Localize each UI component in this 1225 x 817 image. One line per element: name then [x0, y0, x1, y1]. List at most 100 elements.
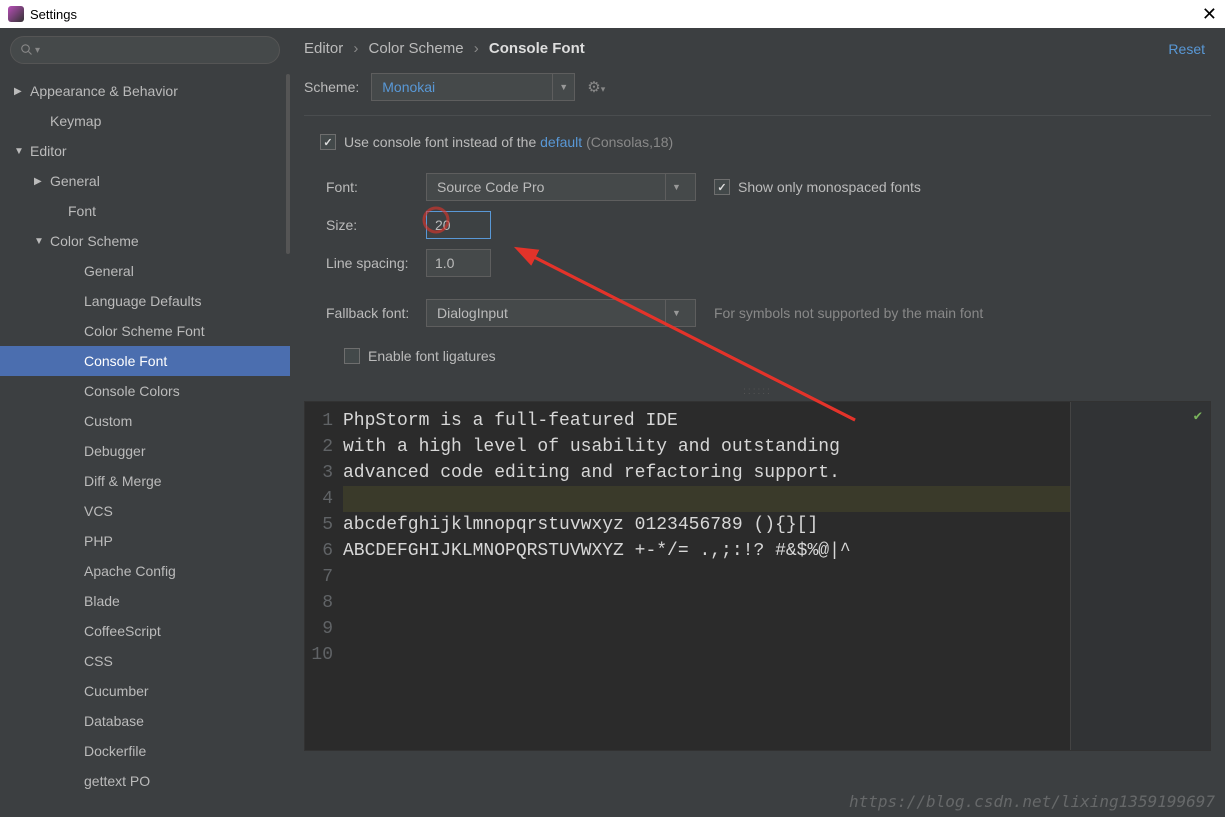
- line-spacing-input[interactable]: [426, 249, 491, 277]
- resize-handle[interactable]: ::::::: [290, 382, 1225, 401]
- crumb-console-font: Console Font: [489, 40, 585, 57]
- chevron-down-icon: ▼: [665, 300, 687, 326]
- scheme-dropdown[interactable]: Monokai ▼: [371, 73, 575, 101]
- tree-item-label: Font: [68, 203, 96, 219]
- tree-item-label: Custom: [84, 413, 132, 429]
- window-title: Settings: [30, 7, 77, 22]
- tree-item[interactable]: ▶Language Defaults: [0, 286, 290, 316]
- close-icon[interactable]: ✕: [1202, 4, 1217, 25]
- default-link[interactable]: default: [540, 134, 582, 150]
- code-preview: PhpStorm is a full-featured IDE with a h…: [339, 402, 1070, 750]
- crumb-color-scheme[interactable]: Color Scheme: [369, 40, 464, 57]
- divider: [304, 115, 1211, 116]
- tree-item-label: Blade: [84, 593, 120, 609]
- chevron-down-icon: ▾: [35, 45, 40, 56]
- tree-item[interactable]: ▶Console Colors: [0, 376, 290, 406]
- chevron-down-icon: ▼: [34, 236, 46, 247]
- tree-item[interactable]: ▶Apache Config: [0, 556, 290, 586]
- ligatures-label: Enable font ligatures: [368, 348, 496, 364]
- scheme-label: Scheme:: [304, 79, 359, 95]
- reset-link[interactable]: Reset: [1168, 41, 1205, 57]
- settings-tree: ▶Appearance & Behavior▶Keymap▼Editor▶Gen…: [0, 72, 290, 817]
- tree-item[interactable]: ▼ Color Scheme: [0, 226, 290, 256]
- tree-item[interactable]: ▶Console Font: [0, 346, 290, 376]
- ligatures-checkbox[interactable]: [344, 348, 360, 364]
- tree-item[interactable]: ▶CSS: [0, 646, 290, 676]
- tree-item-label: Apache Config: [84, 563, 176, 579]
- tree-item[interactable]: ▶Dockerfile: [0, 736, 290, 766]
- scrollbar[interactable]: [286, 74, 290, 254]
- check-icon: ✔: [1194, 408, 1202, 425]
- tree-item-label: Color Scheme Font: [84, 323, 205, 339]
- use-console-text: Use console font instead of the: [344, 134, 536, 150]
- monospaced-checkbox[interactable]: [714, 179, 730, 195]
- tree-item-label: General: [84, 263, 134, 279]
- chevron-down-icon: ▼: [665, 174, 687, 200]
- monospaced-label: Show only monospaced fonts: [738, 179, 921, 195]
- tree-item[interactable]: ▶PHP: [0, 526, 290, 556]
- tree-item-label: Console Font: [84, 353, 167, 369]
- tree-item-label: Color Scheme: [50, 233, 139, 249]
- use-console-font-checkbox[interactable]: [320, 134, 336, 150]
- tree-item[interactable]: ▶CoffeeScript: [0, 616, 290, 646]
- font-value: Source Code Pro: [427, 179, 665, 195]
- tree-item[interactable]: ▶Diff & Merge: [0, 466, 290, 496]
- tree-item[interactable]: ▶Debugger: [0, 436, 290, 466]
- tree-item[interactable]: ▶Database: [0, 706, 290, 736]
- app-body: ▾ ▶Appearance & Behavior▶Keymap▼Editor▶G…: [0, 28, 1225, 817]
- tree-item-label: Appearance & Behavior: [30, 83, 178, 99]
- search-icon: [21, 44, 33, 56]
- font-dropdown[interactable]: Source Code Pro ▼: [426, 173, 696, 201]
- search-input[interactable]: ▾: [10, 36, 280, 64]
- preview-sidebar: ✔: [1070, 402, 1210, 750]
- tree-item-label: Language Defaults: [84, 293, 202, 309]
- tree-item[interactable]: ▶VCS: [0, 496, 290, 526]
- fallback-dropdown[interactable]: DialogInput ▼: [426, 299, 696, 327]
- fallback-value: DialogInput: [427, 305, 665, 321]
- tree-item-label: Cucumber: [84, 683, 149, 699]
- tree-item-label: General: [50, 173, 100, 189]
- default-hint: (Consolas,18): [586, 134, 673, 150]
- chevron-right-icon: ▶: [14, 86, 26, 97]
- tree-item-label: Editor: [30, 143, 67, 159]
- tree-item[interactable]: ▶Color Scheme Font: [0, 316, 290, 346]
- tree-item-label: CSS: [84, 653, 113, 669]
- crumb-editor[interactable]: Editor: [304, 40, 343, 57]
- tree-item-label: CoffeeScript: [84, 623, 161, 639]
- tree-item[interactable]: ▶Font: [0, 196, 290, 226]
- tree-item[interactable]: ▼ Editor: [0, 136, 290, 166]
- tree-item-label: Console Colors: [84, 383, 180, 399]
- watermark: https://blog.csdn.net/lixing1359199697: [849, 792, 1215, 811]
- tree-item-label: Dockerfile: [84, 743, 146, 759]
- tree-item[interactable]: ▶Cucumber: [0, 676, 290, 706]
- tree-item[interactable]: ▶ General: [0, 166, 290, 196]
- tree-item-label: Debugger: [84, 443, 146, 459]
- tree-item-label: Database: [84, 713, 144, 729]
- chevron-down-icon: ▼: [14, 146, 26, 157]
- app-icon: [8, 6, 24, 22]
- gear-icon[interactable]: ⚙▾: [587, 78, 605, 96]
- tree-item[interactable]: ▶gettext PO: [0, 766, 290, 796]
- tree-item[interactable]: ▶General: [0, 256, 290, 286]
- tree-item-label: VCS: [84, 503, 113, 519]
- line-spacing-label: Line spacing:: [326, 255, 426, 271]
- size-input[interactable]: [426, 211, 491, 239]
- fallback-hint: For symbols not supported by the main fo…: [714, 305, 983, 321]
- font-label: Font:: [326, 179, 426, 195]
- main-panel: Editor › Color Scheme › Console Font Res…: [290, 28, 1225, 817]
- scheme-value: Monokai: [372, 79, 552, 95]
- fallback-label: Fallback font:: [326, 305, 426, 321]
- tree-item[interactable]: ▶ Appearance & Behavior: [0, 76, 290, 106]
- gutter: 12345678910: [305, 402, 339, 750]
- sidebar: ▾ ▶Appearance & Behavior▶Keymap▼Editor▶G…: [0, 28, 290, 817]
- chevron-down-icon: ▼: [552, 74, 574, 100]
- chevron-right-icon: ▶: [34, 176, 46, 187]
- titlebar: Settings ✕: [0, 0, 1225, 28]
- tree-item-label: PHP: [84, 533, 113, 549]
- tree-item-label: gettext PO: [84, 773, 150, 789]
- breadcrumb: Editor › Color Scheme › Console Font: [304, 40, 585, 57]
- tree-item[interactable]: ▶Blade: [0, 586, 290, 616]
- tree-item[interactable]: ▶Keymap: [0, 106, 290, 136]
- tree-item-label: Keymap: [50, 113, 101, 129]
- tree-item[interactable]: ▶Custom: [0, 406, 290, 436]
